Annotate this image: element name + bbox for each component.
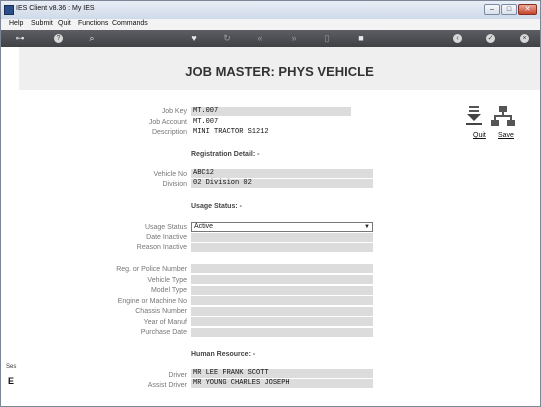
reg-number-field[interactable] bbox=[191, 264, 373, 273]
left-panel-label: Ses bbox=[6, 364, 17, 370]
description-label: Description bbox=[151, 129, 187, 136]
fast-forward-icon[interactable]: » bbox=[287, 33, 301, 44]
purchase-date-label: Purchase Date bbox=[140, 329, 187, 336]
delete-icon[interactable]: ▯ bbox=[321, 33, 333, 44]
model-type-field[interactable] bbox=[191, 286, 373, 295]
refresh-icon[interactable]: ↻ bbox=[221, 33, 233, 44]
year-manuf-label: Year of Manuf bbox=[143, 319, 187, 326]
heart-icon[interactable]: ♥ bbox=[188, 33, 200, 44]
chassis-number-field[interactable] bbox=[191, 307, 373, 316]
reason-inactive-label: Reason Inactive bbox=[136, 244, 187, 251]
year-manuf-field[interactable] bbox=[191, 317, 373, 326]
menu-quit[interactable]: Quit bbox=[58, 20, 71, 27]
description-field[interactable]: MINI TRACTOR S1212 bbox=[191, 128, 351, 137]
save-link[interactable]: Save bbox=[498, 132, 514, 139]
division-field[interactable]: 02 Division 02 bbox=[191, 179, 373, 188]
page-title: JOB MASTER: PHYS VEHICLE bbox=[185, 64, 374, 79]
driver-field[interactable]: MR LEE FRANK SCOTT bbox=[191, 369, 373, 378]
division-label: Division bbox=[162, 181, 187, 188]
driver-label: Driver bbox=[168, 372, 187, 379]
model-type-label: Model Type bbox=[150, 287, 187, 294]
engine-number-field[interactable] bbox=[191, 296, 373, 305]
engine-number-label: Engine or Machine No bbox=[117, 298, 187, 305]
usage-status-label: Usage Status bbox=[144, 224, 187, 231]
close-button[interactable]: ✕ bbox=[518, 4, 537, 15]
close-icon[interactable]: × bbox=[520, 34, 529, 43]
reason-inactive-field[interactable] bbox=[191, 243, 373, 252]
left-panel-glyph: E bbox=[8, 376, 15, 386]
vehicle-no-field[interactable]: ABC12 bbox=[191, 169, 373, 178]
menu-bar: Help Submit Quit Functions Commands bbox=[1, 19, 540, 30]
window-title: IES Client v8.36 : My IES bbox=[16, 5, 95, 12]
usage-heading: Usage Status: - bbox=[191, 203, 242, 210]
quit-link[interactable]: Quit bbox=[473, 132, 486, 139]
save-structure-icon[interactable] bbox=[491, 105, 515, 127]
vehicle-no-label: Vehicle No bbox=[153, 171, 187, 178]
job-key-field[interactable]: MT.007 bbox=[191, 107, 351, 116]
chevron-down-icon[interactable]: ▼ bbox=[364, 223, 370, 231]
job-key-label: Job Key bbox=[161, 108, 187, 115]
ok-icon[interactable]: ✓ bbox=[486, 34, 495, 43]
assist-driver-field[interactable]: MR YOUNG CHARLES JOSEPH bbox=[191, 379, 373, 388]
usage-status-select[interactable]: Active ▼ bbox=[191, 222, 373, 232]
toolbar: ⊶ ? ⌕ ♥ ↻ « » ▯ ■ ‹ ✓ × bbox=[1, 30, 540, 47]
usage-status-value: Active bbox=[194, 223, 214, 230]
menu-submit[interactable]: Submit bbox=[31, 20, 53, 27]
registration-heading: Registration Detail: - bbox=[191, 151, 260, 158]
date-inactive-label: Date Inactive bbox=[146, 234, 187, 241]
back-icon[interactable]: ‹ bbox=[453, 34, 462, 43]
job-account-field[interactable]: MT.007 bbox=[191, 118, 351, 127]
vehicle-type-field[interactable] bbox=[191, 275, 373, 284]
app-icon bbox=[4, 5, 14, 15]
search-icon[interactable]: ⌕ bbox=[86, 33, 98, 44]
rewind-icon[interactable]: « bbox=[253, 33, 267, 44]
reg-number-label: Reg. or Police Number bbox=[116, 266, 187, 273]
purchase-date-field[interactable] bbox=[191, 328, 373, 337]
maximize-button[interactable]: □ bbox=[501, 4, 517, 15]
help-icon[interactable]: ? bbox=[54, 34, 63, 43]
job-account-label: Job Account bbox=[148, 119, 187, 126]
menu-functions[interactable]: Functions bbox=[78, 20, 108, 27]
menu-help[interactable]: Help bbox=[9, 20, 23, 27]
title-bar: IES Client v8.36 : My IES – □ ✕ bbox=[1, 1, 540, 19]
vehicle-type-label: Vehicle Type bbox=[147, 277, 187, 284]
chassis-number-label: Chassis Number bbox=[135, 308, 187, 315]
app-window: IES Client v8.36 : My IES – □ ✕ Help Sub… bbox=[0, 0, 541, 407]
key-icon[interactable]: ⊶ bbox=[9, 33, 31, 44]
minimize-button[interactable]: – bbox=[484, 4, 500, 15]
assist-driver-label: Assist Driver bbox=[147, 382, 187, 389]
human-resource-heading: Human Resource: - bbox=[191, 351, 256, 358]
save-icon[interactable]: ■ bbox=[355, 33, 367, 44]
quit-icon[interactable] bbox=[464, 105, 486, 127]
menu-commands[interactable]: Commands bbox=[112, 20, 148, 27]
date-inactive-field[interactable] bbox=[191, 233, 373, 242]
